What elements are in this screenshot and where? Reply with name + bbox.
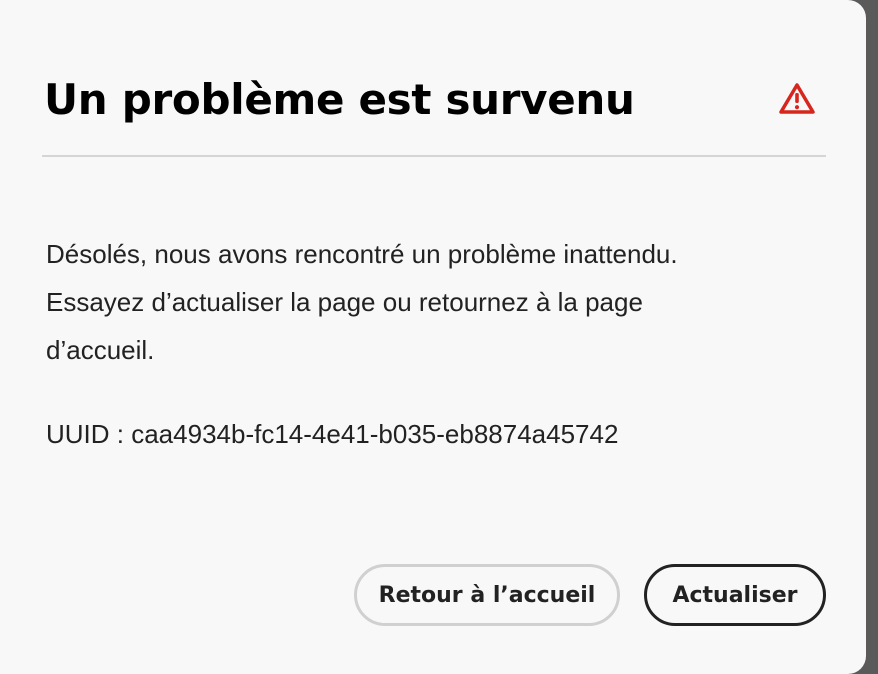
message-line: d’accueil. [46,335,155,365]
uuid-text: UUID : caa4934b-fc14-4e41-b035-eb8874a45… [46,419,619,449]
error-dialog: Un problème est survenu Désolés, nous av… [0,0,866,674]
refresh-button[interactable]: Actualiser [644,564,826,626]
message-line: Désolés, nous avons rencontré un problèm… [46,239,678,269]
back-to-home-button[interactable]: Retour à l’accueil [354,564,620,626]
dialog-message: Désolés, nous avons rencontré un problèm… [46,230,806,374]
alert-triangle-icon [778,82,816,116]
message-line: Essayez d’actualiser la page ou retourne… [46,287,643,317]
dialog-header: Un problème est survenu [44,70,826,130]
dialog-title: Un problème est survenu [44,75,635,124]
header-divider [42,155,826,157]
